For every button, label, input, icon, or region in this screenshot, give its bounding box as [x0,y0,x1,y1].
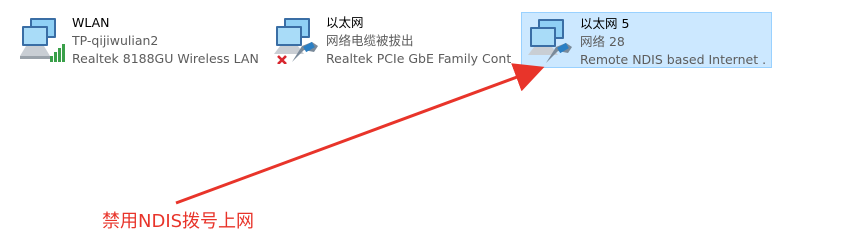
annotation-text: 禁用NDIS拨号上网 [102,211,255,232]
